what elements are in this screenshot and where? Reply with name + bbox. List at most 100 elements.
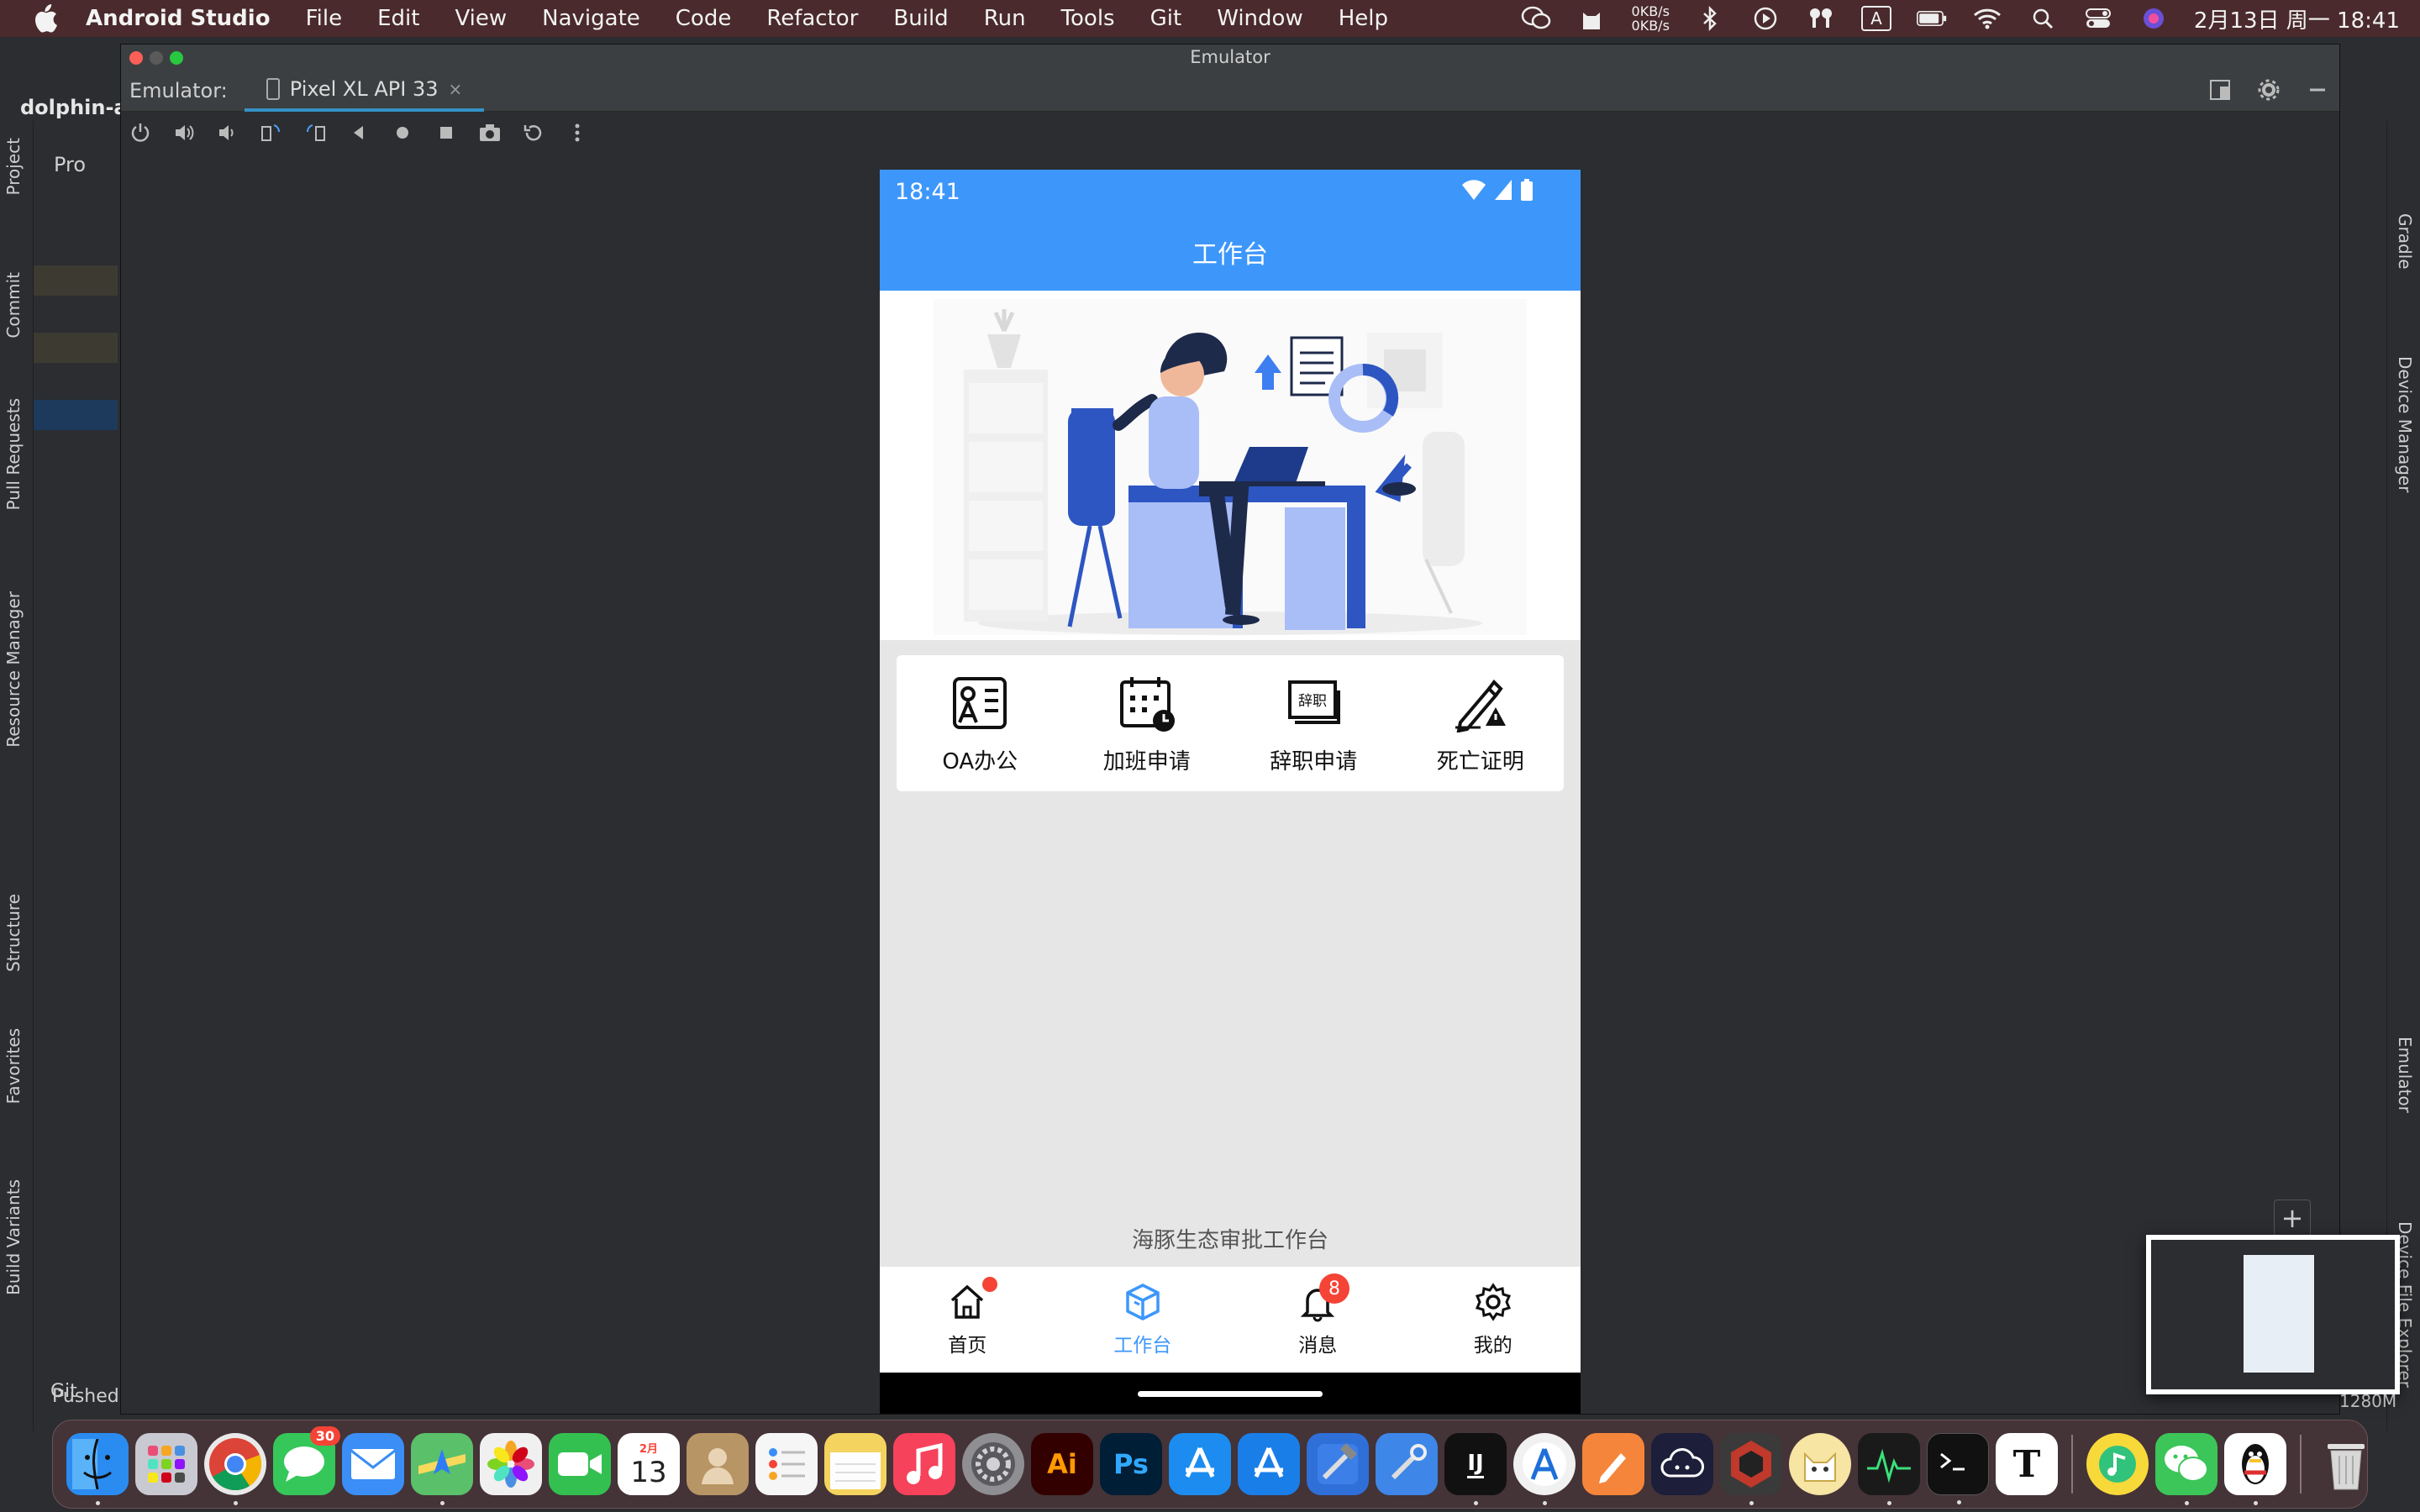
pages-app[interactable]: [1582, 1433, 1644, 1495]
tab-structure[interactable]: Structure: [3, 894, 24, 972]
close-tab-icon[interactable]: ×: [448, 79, 462, 99]
screenshot-camera-icon[interactable]: [477, 120, 502, 145]
tab-commit[interactable]: Commit: [3, 272, 24, 339]
trash-app[interactable]: [2315, 1433, 2377, 1495]
battery-icon[interactable]: [1916, 6, 1947, 31]
minimize-window-button[interactable]: [150, 51, 163, 65]
illustrator-app[interactable]: Ai: [1031, 1433, 1093, 1495]
nav-mine[interactable]: 我的: [1406, 1267, 1581, 1373]
menu-refactor[interactable]: Refactor: [766, 6, 858, 31]
menu-navigate[interactable]: Navigate: [542, 6, 640, 31]
developer-store-app[interactable]: [1238, 1433, 1300, 1495]
volume-up-icon[interactable]: [171, 120, 197, 145]
tree-row[interactable]: [34, 265, 118, 296]
back-icon[interactable]: [346, 120, 371, 145]
activity-monitor-app[interactable]: [1858, 1433, 1920, 1505]
menu-clock[interactable]: 2月13日 周一 18:41: [2194, 3, 2400, 34]
minimize-panel-icon[interactable]: [2306, 78, 2329, 102]
nav-workbench[interactable]: 工作台: [1055, 1267, 1231, 1373]
settings-gear-icon[interactable]: [2257, 78, 2281, 102]
contacts-app[interactable]: [687, 1433, 749, 1495]
play-circle-icon[interactable]: [1750, 6, 1781, 31]
qq-app[interactable]: [2224, 1433, 2286, 1505]
volume-down-icon[interactable]: [215, 120, 240, 145]
facetime-app[interactable]: [549, 1433, 611, 1495]
memory-indicator[interactable]: 1280M: [2339, 1391, 2396, 1411]
device-tab[interactable]: Pixel XL API 33 ×: [244, 70, 485, 112]
apple-icon[interactable]: [30, 3, 60, 34]
calendar-app[interactable]: 2月 13: [618, 1433, 680, 1495]
selected-tree-row[interactable]: [34, 400, 118, 430]
app-store-app[interactable]: [1169, 1433, 1231, 1495]
reminders-app[interactable]: [755, 1433, 818, 1495]
project-tab-label[interactable]: Pro: [54, 153, 86, 176]
active-app-name[interactable]: Android Studio: [86, 6, 271, 31]
menu-window[interactable]: Window: [1217, 6, 1303, 31]
menu-help[interactable]: Help: [1339, 6, 1388, 31]
menu-run[interactable]: Run: [984, 6, 1026, 31]
xcode-app[interactable]: [1307, 1433, 1369, 1495]
tab-emulator[interactable]: Emulator: [2395, 1037, 2415, 1113]
close-window-button[interactable]: [129, 51, 143, 65]
chrome-app[interactable]: [204, 1433, 266, 1505]
grid-item-death-certificate[interactable]: 死亡证明: [1397, 655, 1565, 791]
snapshot-restore-icon[interactable]: [521, 120, 546, 145]
music-app[interactable]: [893, 1433, 955, 1495]
tab-resource-manager[interactable]: Resource Manager: [3, 591, 24, 748]
wechat-status-icon[interactable]: [1521, 6, 1551, 31]
menu-file[interactable]: File: [306, 6, 343, 31]
menu-build[interactable]: Build: [893, 6, 948, 31]
screen-thumbnail-preview[interactable]: [2146, 1235, 2400, 1394]
tab-gradle[interactable]: Gradle: [2395, 213, 2415, 270]
launchpad-app[interactable]: [135, 1433, 197, 1495]
cat-status-icon[interactable]: [1576, 6, 1607, 31]
typora-app[interactable]: T: [1996, 1433, 2058, 1495]
tab-build-variants[interactable]: Build Variants: [3, 1179, 24, 1295]
instruments-app[interactable]: [1376, 1433, 1438, 1495]
rotate-right-icon[interactable]: [302, 120, 328, 145]
hexagon-app[interactable]: [1720, 1433, 1782, 1505]
finder-app[interactable]: [66, 1433, 129, 1505]
home-gesture-handle[interactable]: [1138, 1391, 1323, 1397]
menu-tools[interactable]: Tools: [1061, 6, 1115, 31]
nav-home[interactable]: 首页: [880, 1267, 1055, 1373]
airpods-icon[interactable]: [1806, 6, 1836, 31]
nav-messages[interactable]: 8 消息: [1230, 1267, 1406, 1373]
overview-icon[interactable]: [434, 120, 459, 145]
tab-device-manager[interactable]: Device Manager: [2395, 356, 2415, 492]
mail-app[interactable]: [342, 1433, 404, 1495]
maps-app[interactable]: [411, 1433, 473, 1505]
control-center-icon[interactable]: [2083, 6, 2113, 31]
notes-app[interactable]: [824, 1433, 886, 1495]
grid-item-oa[interactable]: OA办公: [897, 655, 1064, 791]
grid-item-overtime[interactable]: 加班申请: [1064, 655, 1231, 791]
zoom-window-button[interactable]: [170, 51, 183, 65]
cat-app[interactable]: [1789, 1433, 1851, 1495]
input-method-icon[interactable]: A: [1860, 6, 1891, 31]
tree-row[interactable]: [34, 333, 118, 363]
power-icon[interactable]: [128, 120, 153, 145]
intellij-app[interactable]: IJ: [1444, 1433, 1507, 1505]
bluetooth-icon[interactable]: [1695, 6, 1725, 31]
wifi-icon[interactable]: [1972, 6, 2002, 31]
terminal-app[interactable]: [1927, 1433, 1989, 1504]
tab-favorites[interactable]: Favorites: [3, 1028, 24, 1104]
system-preferences-app[interactable]: [962, 1433, 1024, 1495]
android-studio-app[interactable]: [1513, 1433, 1576, 1505]
grid-item-resignation[interactable]: 辞职 辞职申请: [1230, 655, 1397, 791]
qq-music-app[interactable]: [2086, 1433, 2149, 1495]
spotlight-search-icon[interactable]: [2028, 6, 2058, 31]
home-button-icon[interactable]: [390, 120, 415, 145]
siri-icon[interactable]: [2139, 6, 2169, 31]
menu-git[interactable]: Git: [1150, 6, 1182, 31]
more-options-icon[interactable]: [565, 120, 590, 145]
layout-icon[interactable]: [2208, 78, 2232, 102]
tab-project[interactable]: Project: [3, 138, 24, 195]
zoom-in-button[interactable]: +: [2274, 1200, 2311, 1236]
cloud-app[interactable]: [1651, 1433, 1713, 1495]
wechat-app[interactable]: [2155, 1433, 2217, 1505]
menu-code[interactable]: Code: [676, 6, 732, 31]
photos-app[interactable]: [480, 1433, 542, 1495]
messages-app[interactable]: 30: [273, 1426, 340, 1495]
menu-view[interactable]: View: [455, 6, 507, 31]
